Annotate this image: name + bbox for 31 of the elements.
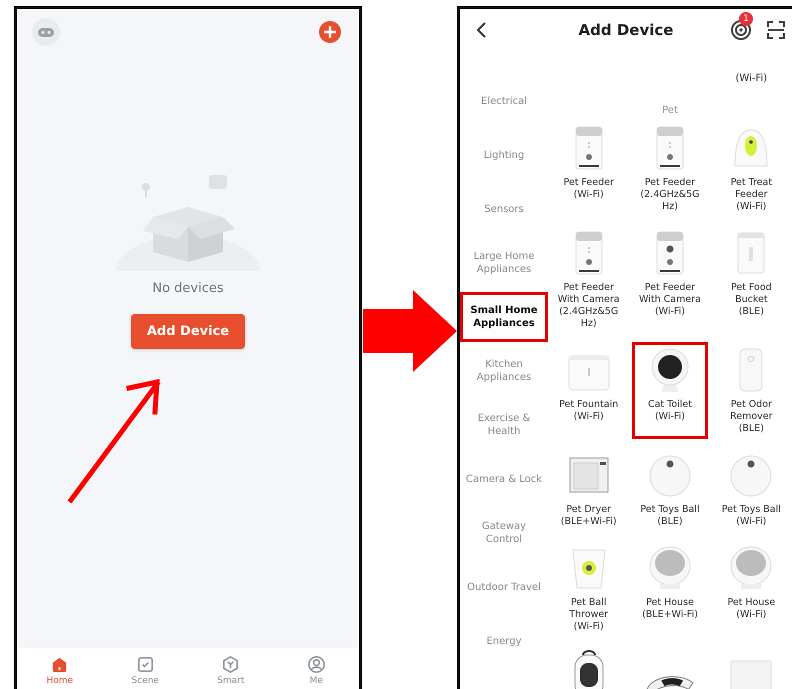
device-tile[interactable]: Cat Toilet (Wi-Fi) xyxy=(632,342,708,439)
back-icon[interactable] xyxy=(474,21,488,39)
empty-message: No devices xyxy=(152,281,224,296)
device-tile[interactable]: Pet Food Bucket (BLE) xyxy=(714,225,789,334)
add-icon[interactable] xyxy=(319,21,341,43)
device-tile[interactable]: Pet House (Wi-Fi) xyxy=(714,540,789,637)
hexagon-icon xyxy=(221,654,240,674)
device-tile[interactable]: Pet Toys Ball (Wi-Fi) xyxy=(714,447,789,532)
screen-title: Add Device xyxy=(578,21,674,39)
device-tile[interactable]: Pet Dryer (BLE+Wi-Fi) xyxy=(551,447,626,532)
section-title: Pet xyxy=(661,105,679,116)
leash-drawing xyxy=(646,675,694,689)
user-icon xyxy=(306,654,326,674)
radar-icon[interactable] xyxy=(730,19,752,41)
device-tile[interactable]: Pet Feeder (Wi-Fi) xyxy=(551,120,626,217)
notification-badge: 1 xyxy=(739,12,753,26)
device-tile[interactable]: Pet Feeder (2.4GHz&5G Hz) xyxy=(632,120,708,217)
category-item[interactable]: Small Home Appliances xyxy=(460,292,548,342)
device-tile[interactable]: Pet Feeder With Camera (2.4GHz&5G Hz) xyxy=(551,225,626,334)
device-tile[interactable]: Pet House (BLE+Wi-Fi) xyxy=(632,540,708,637)
device-tile[interactable]: Pet Treat Feeder (Wi-Fi) xyxy=(714,120,789,217)
device-tile[interactable]: Pet Fountain (Wi-Fi) xyxy=(551,342,626,439)
add-device-button[interactable]: Add Device xyxy=(131,314,245,349)
device-tile[interactable]: Pet Feeder With Camera (Wi-Fi) xyxy=(632,225,708,334)
device-label: (Wi-Fi) xyxy=(734,73,768,84)
tab-bar-item[interactable]: Home xyxy=(17,648,102,689)
scan-icon[interactable] xyxy=(766,20,786,40)
checkbox-icon xyxy=(136,654,155,674)
device-tile[interactable]: Pet Odor Remover (BLE) xyxy=(714,342,789,439)
device-tile[interactable]: Pet Ball Thrower (Wi-Fi) xyxy=(551,540,626,637)
device-tile[interactable]: Pet Toys Ball (BLE) xyxy=(632,447,708,532)
